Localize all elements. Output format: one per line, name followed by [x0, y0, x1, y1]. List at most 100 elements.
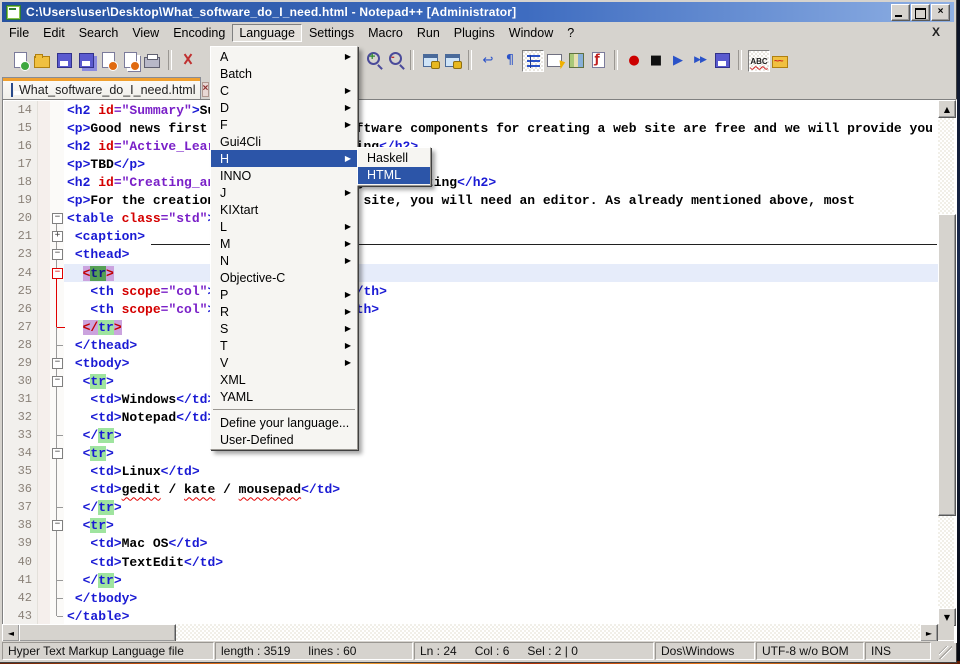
- vertical-scrollbar[interactable]: ▲ ▼: [938, 100, 954, 624]
- menubar-item-edit[interactable]: Edit: [36, 24, 72, 42]
- print-button[interactable]: [142, 50, 162, 70]
- scroll-up-button[interactable]: ▲: [938, 100, 956, 118]
- run-macro-multiple-times-button[interactable]: ▶▶: [690, 50, 710, 70]
- spell-check-button[interactable]: ABC: [748, 50, 770, 72]
- submenu-item-html[interactable]: HTML: [358, 167, 430, 185]
- save-all-button[interactable]: [76, 50, 96, 70]
- zoom-in-button[interactable]: +: [362, 50, 382, 70]
- status-typing-mode: INS: [865, 642, 931, 660]
- language-menu-item-a[interactable]: A▶: [211, 48, 357, 65]
- menubar-item-view[interactable]: View: [125, 24, 166, 42]
- function-list-icon: [592, 52, 605, 68]
- menubar-item-encoding[interactable]: Encoding: [166, 24, 232, 42]
- language-menu-item-xml[interactable]: XML: [211, 371, 357, 388]
- show-all-characters-button[interactable]: ¶: [500, 50, 520, 70]
- cut-button[interactable]: [178, 50, 198, 70]
- language-menu-item-inno[interactable]: INNO: [211, 167, 357, 184]
- tab-what-software-do-i-need[interactable]: What_software_do_I_need.html ×: [2, 77, 201, 101]
- menu-item-label: Batch: [220, 67, 252, 81]
- show-indent-guide-button[interactable]: [522, 50, 544, 72]
- fold-collapse-box[interactable]: −: [52, 448, 63, 459]
- arrow-right-icon: ►: [926, 629, 932, 638]
- menubar-item-plugins[interactable]: Plugins: [447, 24, 502, 42]
- fold-collapse-box[interactable]: −: [52, 213, 63, 224]
- editor-frame: 14<h2 id="Summary">Summary</h2>15<p>Good…: [2, 99, 957, 643]
- language-menu-item-user-defined[interactable]: User-Defined: [211, 431, 357, 448]
- code-editor[interactable]: 14<h2 id="Summary">Summary</h2>15<p>Good…: [4, 101, 939, 625]
- line-number: 16: [4, 139, 32, 153]
- tab-close-button[interactable]: ×: [202, 82, 210, 97]
- document-close-button[interactable]: X: [932, 25, 940, 39]
- vertical-scrollbar-thumb[interactable]: [938, 214, 956, 516]
- language-menu-item-batch[interactable]: Batch: [211, 65, 357, 82]
- save-recorded-macro-button[interactable]: [712, 50, 732, 70]
- language-menu-item-v[interactable]: V▶: [211, 354, 357, 371]
- user-defined-dialog-button[interactable]: [544, 50, 564, 70]
- language-menu-item-define-your-language[interactable]: Define your language...: [211, 414, 357, 431]
- fold-collapse-box[interactable]: −: [52, 520, 63, 531]
- fold-expand-box[interactable]: +: [52, 231, 63, 242]
- minimize-icon: [895, 15, 902, 17]
- document-map-button[interactable]: [566, 50, 586, 70]
- zoom-out-button[interactable]: -: [384, 50, 404, 70]
- line-number: 27: [4, 320, 32, 334]
- function-list-button[interactable]: [588, 50, 608, 70]
- new-file-button[interactable]: [10, 50, 30, 70]
- save-file-button[interactable]: [54, 50, 74, 70]
- menubar-item-search[interactable]: Search: [72, 24, 126, 42]
- fold-collapse-box[interactable]: −: [52, 268, 63, 279]
- spell-check-settings-button[interactable]: [770, 50, 790, 70]
- code-line: 21 <caption>: [4, 227, 939, 246]
- menubar-item-file[interactable]: File: [2, 24, 36, 42]
- submenu-item-haskell[interactable]: Haskell: [358, 149, 430, 167]
- language-menu-item-d[interactable]: D▶: [211, 99, 357, 116]
- menubar-item-window[interactable]: Window: [502, 24, 560, 42]
- language-menu-item-objective-c[interactable]: Objective-C: [211, 269, 357, 286]
- fold-collapse-box[interactable]: −: [52, 376, 63, 387]
- scroll-right-button[interactable]: ►: [920, 624, 938, 642]
- menubar-item-language[interactable]: Language: [232, 24, 302, 42]
- start-recording-button[interactable]: ●: [624, 50, 644, 70]
- language-menu-item-f[interactable]: F▶: [211, 116, 357, 133]
- menubar-item-[interactable]: ?: [560, 24, 581, 42]
- language-menu-item-p[interactable]: P▶: [211, 286, 357, 303]
- language-menu-item-m[interactable]: M▶: [211, 235, 357, 252]
- language-menu-item-j[interactable]: J▶: [211, 184, 357, 201]
- language-menu-item-t[interactable]: T▶: [211, 337, 357, 354]
- language-menu-item-r[interactable]: R▶: [211, 303, 357, 320]
- fold-collapse-box[interactable]: −: [52, 358, 63, 369]
- minimize-button[interactable]: [891, 4, 910, 21]
- language-menu-item-l[interactable]: L▶: [211, 218, 357, 235]
- title-bar[interactable]: C:\Users\user\Desktop\What_software_do_I…: [2, 2, 954, 22]
- sync-vertical-button[interactable]: [420, 50, 440, 70]
- stop-recording-button[interactable]: ■: [646, 50, 666, 70]
- maximize-button[interactable]: [911, 4, 930, 21]
- playback-button[interactable]: ▶: [668, 50, 688, 70]
- submenu-arrow-icon: ▶: [345, 239, 351, 248]
- window-title: C:\Users\user\Desktop\What_software_do_I…: [26, 5, 516, 19]
- horizontal-scrollbar[interactable]: ◄ ►: [2, 624, 938, 640]
- close-button[interactable]: ×: [931, 4, 950, 21]
- horizontal-scrollbar-thumb[interactable]: [19, 624, 176, 642]
- scroll-left-button[interactable]: ◄: [2, 624, 20, 642]
- code-line: 43</table>: [4, 607, 939, 625]
- language-menu-item-yaml[interactable]: YAML: [211, 388, 357, 405]
- language-menu-item-s[interactable]: S▶: [211, 320, 357, 337]
- fold-collapse-box[interactable]: −: [52, 249, 63, 260]
- sync-horizontal-button[interactable]: [442, 50, 462, 70]
- language-menu-item-h[interactable]: H▶: [211, 150, 357, 167]
- menubar-item-run[interactable]: Run: [410, 24, 447, 42]
- menubar-item-macro[interactable]: Macro: [361, 24, 410, 42]
- open-file-button[interactable]: [32, 50, 52, 70]
- active-tab-accent: [3, 78, 200, 81]
- language-menu-item-gui4cli[interactable]: Gui4Cli: [211, 133, 357, 150]
- language-menu-item-kixtart[interactable]: KIXtart: [211, 201, 357, 218]
- word-wrap-button[interactable]: ↩: [478, 50, 498, 70]
- resize-grip[interactable]: [939, 646, 952, 659]
- language-menu-item-n[interactable]: N▶: [211, 252, 357, 269]
- menubar-item-settings[interactable]: Settings: [302, 24, 361, 42]
- close-all-button[interactable]: [120, 50, 140, 70]
- line-number: 34: [4, 446, 32, 460]
- language-menu-item-c[interactable]: C▶: [211, 82, 357, 99]
- close-file-button[interactable]: [98, 50, 118, 70]
